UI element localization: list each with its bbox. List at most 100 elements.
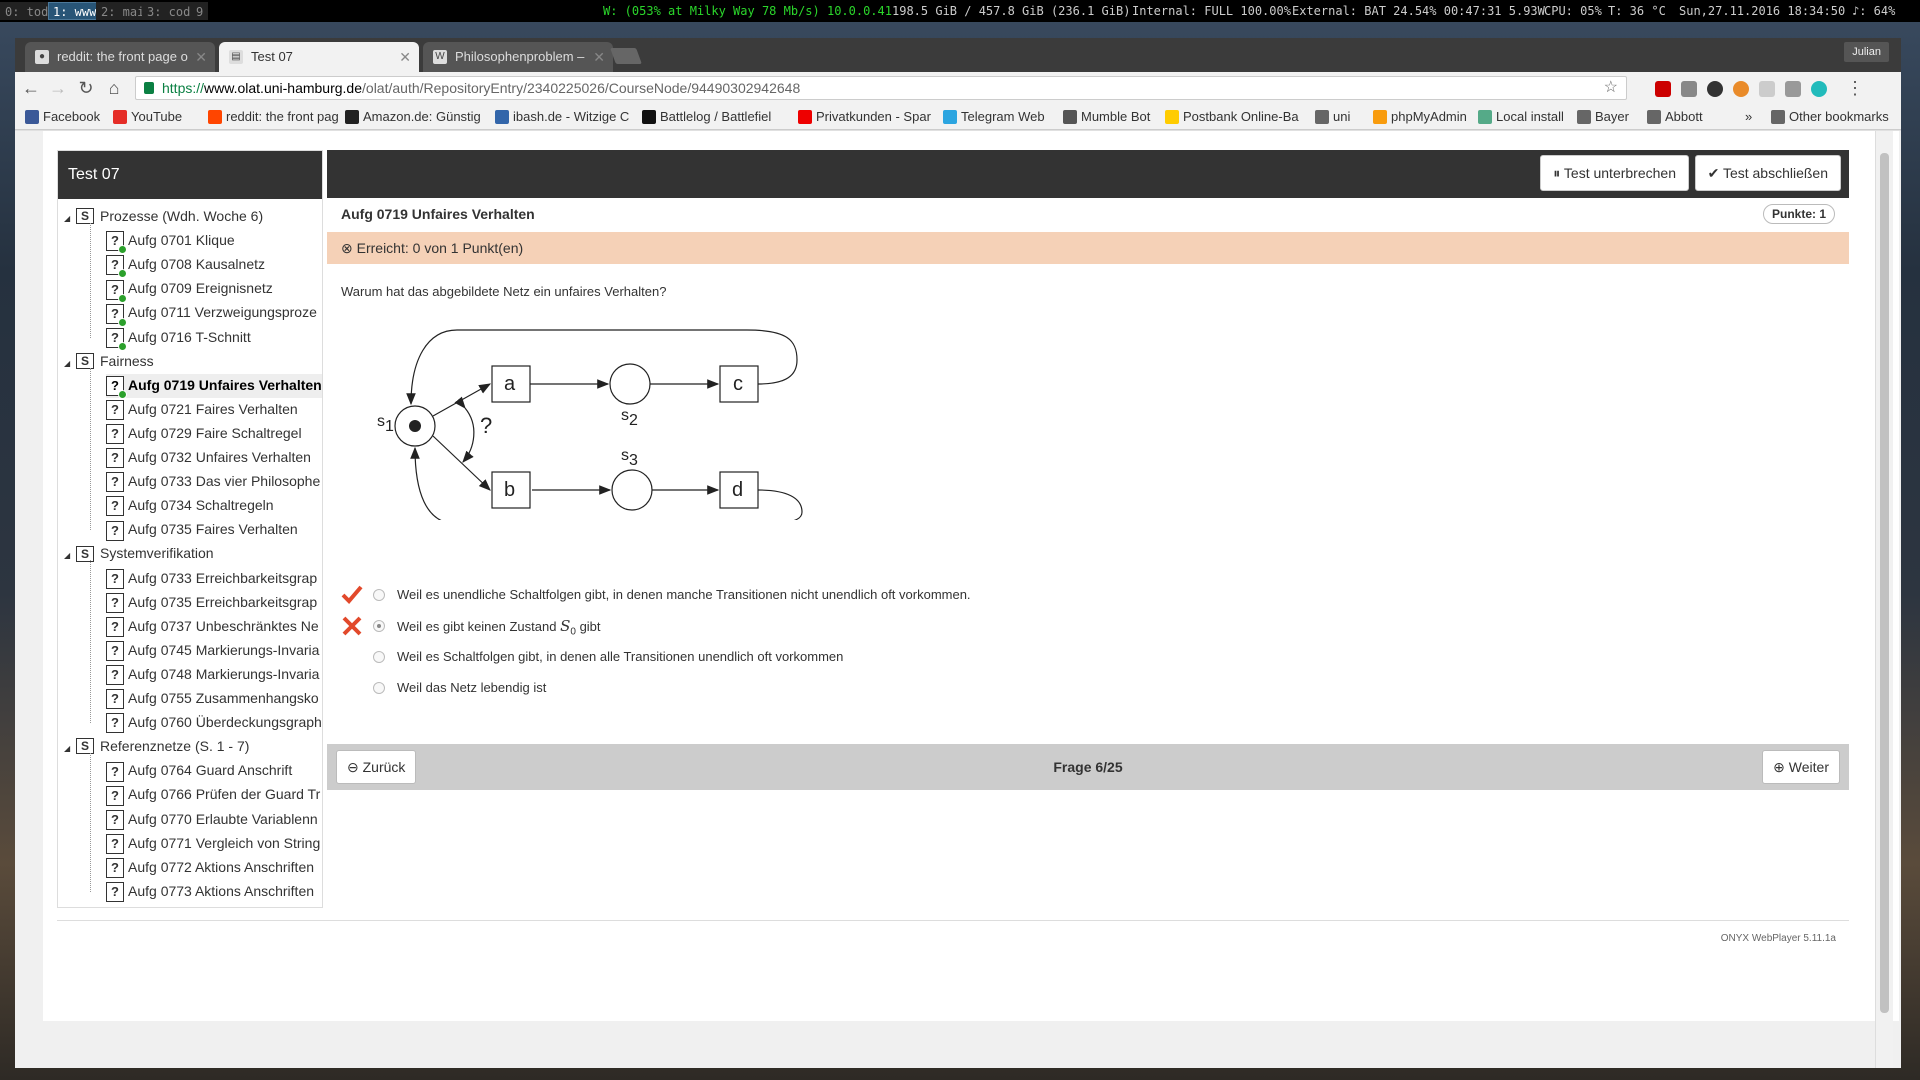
question-icon: ? [106, 616, 124, 637]
bookmark-uni[interactable]: uni [1315, 108, 1350, 126]
back-button[interactable]: ⊖ Zurück [336, 750, 417, 784]
section-2[interactable]: ◢ S Fairness [64, 350, 154, 374]
extension-icon[interactable] [1811, 81, 1827, 97]
question-item[interactable]: ? Aufg 0733 Das vier Philosophe [106, 470, 322, 494]
question-item[interactable]: ? Aufg 0770 Erlaubte Variablenn [106, 808, 322, 832]
profile-button[interactable]: Julian [1844, 42, 1889, 62]
question-item[interactable]: ? Aufg 0772 Aktions Anschriften [106, 856, 322, 880]
question-item[interactable]: ? Aufg 0735 Faires Verhalten [106, 518, 322, 542]
question-item[interactable]: ? Aufg 0735 Erreichbarkeitsgrap [106, 591, 322, 615]
bookmark-postbank-online-ba[interactable]: Postbank Online-Ba [1165, 108, 1299, 126]
extension-icon[interactable] [1759, 81, 1775, 97]
question-label: Aufg 0766 Prüfen der Guard Tr [128, 786, 321, 803]
bookmark-abbott[interactable]: Abbott [1647, 108, 1703, 126]
question-item[interactable]: ? Aufg 0711 Verzweigungsproze [106, 301, 322, 327]
bookmark-bayer[interactable]: Bayer [1577, 108, 1629, 126]
question-item[interactable]: ? Aufg 0721 Faires Verhalten [106, 398, 322, 422]
question-item[interactable]: ? Aufg 0734 Schaltregeln [106, 494, 322, 518]
tab-philosophenproblem[interactable]: W Philosophenproblem – ✕ [423, 42, 613, 72]
new-tab-button[interactable] [610, 48, 642, 64]
close-tab-icon[interactable]: ✕ [593, 42, 605, 72]
question-label: Aufg 0733 Das vier Philosophe [128, 473, 321, 490]
collapse-triangle-icon[interactable]: ◢ [64, 738, 72, 760]
bookmark-star-icon[interactable]: ☆ [1604, 77, 1618, 99]
question-label: Aufg 0708 Kausalnetz [128, 256, 265, 273]
address-bar[interactable]: https://www.olat.uni-hamburg.de/olat/aut… [135, 76, 1627, 100]
section-icon: S [76, 352, 94, 369]
cookie-icon[interactable] [1733, 81, 1749, 97]
bookmark-facebook[interactable]: Facebook [25, 108, 100, 126]
question-item[interactable]: ? Aufg 0760 Überdeckungsgraph [106, 711, 322, 735]
forward-arrow-icon[interactable]: → [48, 78, 68, 98]
question-icon: ? [106, 785, 124, 806]
question-item[interactable]: ? Aufg 0771 Vergleich von String [106, 832, 322, 856]
question-item[interactable]: ? Aufg 0755 Zusammenhangsko [106, 687, 322, 711]
more-bookmarks-chevron-icon[interactable]: » [1745, 108, 1752, 126]
wifi-status: W: (053% at Milky Way 78 Mb/s) 10.0.0.41 [603, 4, 892, 18]
bookmark-youtube[interactable]: YouTube [113, 108, 182, 126]
section-label: Systemverifikation [100, 545, 214, 562]
tab-test-07[interactable]: ▤ Test 07 ✕ [219, 42, 419, 72]
home-icon[interactable]: ⌂ [104, 78, 124, 98]
workspace-1[interactable]: 1: www [48, 2, 102, 20]
question-item[interactable]: ? Aufg 0764 Guard Anschrift [106, 759, 322, 783]
radio-button[interactable] [373, 651, 385, 663]
other-bookmarks-folder[interactable]: Other bookmarks [1771, 108, 1889, 126]
page-scrollbar[interactable] [1875, 131, 1893, 1068]
close-tab-icon[interactable]: ✕ [399, 42, 411, 72]
pause-label: Test unterbrechen [1563, 165, 1676, 181]
collapse-triangle-icon[interactable]: ◢ [64, 353, 72, 375]
question-item[interactable]: ? Aufg 0773 Aktions Anschriften [106, 880, 322, 904]
question-item[interactable]: ? Aufg 0745 Markierungs-Invaria [106, 639, 322, 663]
section-4[interactable]: ◢ S Referenznetze (S. 1 - 7) [64, 735, 249, 759]
section-1[interactable]: ◢ S Prozesse (Wdh. Woche 6) [64, 205, 263, 229]
question-icon: ? [106, 472, 124, 493]
workspace-9[interactable]: 9 [191, 2, 209, 20]
reload-icon[interactable]: ↻ [76, 78, 96, 98]
pause-test-button[interactable]: ⏸ Test unterbrechen [1540, 155, 1689, 191]
extension-icon[interactable] [1681, 81, 1697, 97]
bookmark-privatkunden-spar[interactable]: Privatkunden - Spar [798, 108, 931, 126]
close-tab-icon[interactable]: ✕ [195, 42, 207, 72]
question-item[interactable]: ? Aufg 0709 Ereignisnetz [106, 277, 322, 303]
radio-button-selected[interactable] [373, 620, 385, 632]
choice-text-start: Weil es gibt keinen Zustand [397, 619, 557, 634]
radio-button[interactable] [373, 682, 385, 694]
label-d: d [732, 479, 743, 501]
section-3[interactable]: ◢ S Systemverifikation [64, 542, 214, 566]
menu-icon[interactable]: ⋮ [1845, 78, 1865, 98]
question-item[interactable]: ? Aufg 0729 Faire Schaltregel [106, 422, 322, 446]
bookmark-reddit-the-front-pag[interactable]: reddit: the front pag [208, 108, 339, 126]
question-item[interactable]: ? Aufg 0701 Klique [106, 229, 322, 255]
question-item[interactable]: ? Aufg 0732 Unfaires Verhalten [106, 446, 322, 470]
question-item[interactable]: ? Aufg 0719 Unfaires Verhalten [106, 373, 322, 399]
question-item[interactable]: ? Aufg 0737 Unbeschränktes Ne [106, 615, 322, 639]
bookmark-mumble-bot[interactable]: Mumble Bot [1063, 108, 1150, 126]
back-arrow-icon[interactable]: ← [21, 78, 41, 98]
collapse-triangle-icon[interactable]: ◢ [64, 208, 72, 230]
bookmark-ibash-de-witzige-c[interactable]: ibash.de - Witzige C [495, 108, 629, 126]
tab-reddit[interactable]: ● reddit: the front page o ✕ [25, 42, 215, 72]
question-label: Aufg 0735 Faires Verhalten [128, 521, 298, 538]
collapse-triangle-icon[interactable]: ◢ [64, 545, 72, 567]
question-item[interactable]: ? Aufg 0733 Erreichbarkeitsgrap [106, 567, 322, 591]
extension-icon[interactable] [1785, 81, 1801, 97]
next-button[interactable]: ⊕ Weiter [1762, 750, 1840, 784]
scrollbar-thumb[interactable] [1880, 153, 1889, 1013]
question-item[interactable]: ? Aufg 0748 Markierungs-Invaria [106, 663, 322, 687]
question-item[interactable]: ? Aufg 0716 T-Schnitt [106, 326, 322, 351]
bookmark-amazon-de-g-nstig[interactable]: Amazon.de: Günstig [345, 108, 481, 126]
tab-title: Test 07 [251, 49, 293, 64]
question-item[interactable]: ? Aufg 0766 Prüfen der Guard Tr [106, 783, 322, 807]
question-label: Aufg 0755 Zusammenhangsko [128, 690, 319, 706]
radio-button[interactable] [373, 589, 385, 601]
phpmyadmin-icon [1373, 110, 1387, 124]
question-item[interactable]: ? Aufg 0708 Kausalnetz [106, 253, 322, 279]
bookmark-battlelog-battlefiel[interactable]: Battlelog / Battlefiel [642, 108, 771, 126]
bookmark-local-install[interactable]: Local install [1478, 108, 1564, 126]
ublock-icon[interactable] [1655, 81, 1671, 97]
bookmark-phpmyadmin[interactable]: phpMyAdmin [1373, 108, 1467, 126]
bookmark-telegram-web[interactable]: Telegram Web [943, 108, 1045, 126]
finish-test-button[interactable]: ✔ Test abschließen [1694, 155, 1841, 191]
extension-icon[interactable] [1707, 81, 1723, 97]
